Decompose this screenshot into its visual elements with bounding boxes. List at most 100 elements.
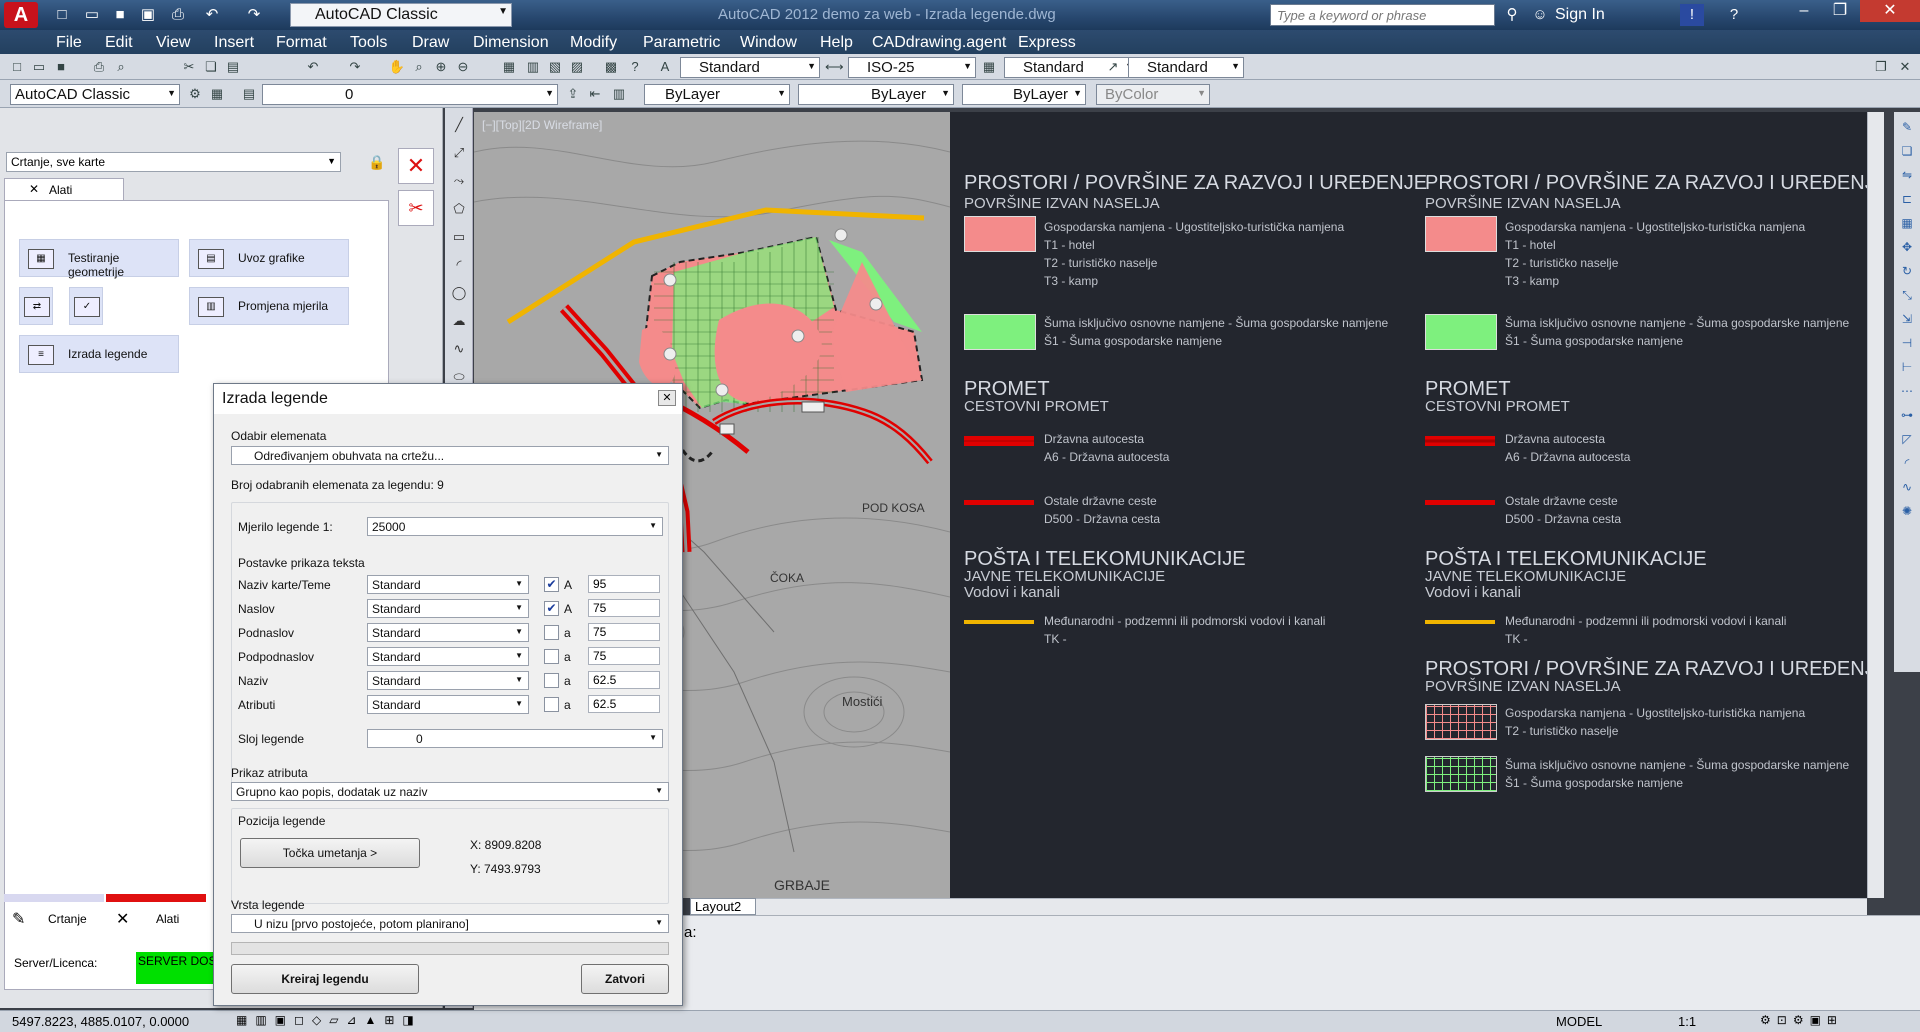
row-size-naziv[interactable]: 62.5 [588,671,660,689]
tool-small-2-button[interactable]: ✓ [69,287,103,325]
chamfer-icon[interactable]: ◸ [1898,430,1916,448]
calculator-icon[interactable]: ▩ [602,58,620,76]
offset-icon[interactable]: ⊏ [1898,190,1916,208]
create-legend-button[interactable]: Kreiraj legendu [231,964,419,994]
exchange-icon[interactable]: ! [1680,4,1704,26]
extend-icon[interactable]: ⊢ [1898,358,1916,376]
pan-icon[interactable]: ✋ [388,58,406,76]
row-style-naziv-karte[interactable]: Standard ▼ [367,575,529,594]
row-checkbox-podnaslov[interactable] [544,625,559,640]
trim-icon[interactable]: ✂ [398,190,434,226]
horizontal-scrollbar[interactable] [690,898,1867,915]
zoom-window-icon[interactable]: ⊕ [432,58,450,76]
binoculars-icon[interactable]: ⚲ [1500,4,1524,26]
menu-insert[interactable]: Insert [214,34,254,52]
stretch-icon[interactable]: ⇲ [1898,310,1916,328]
color-combo[interactable]: ByLayer ▼ [644,84,790,105]
restore-icon[interactable]: ❐ [1872,58,1890,76]
menu-format[interactable]: Format [276,34,327,52]
delete-icon[interactable]: ✕ [398,148,434,184]
menu-modify[interactable]: Modify [570,34,617,52]
save-icon[interactable]: ■ [52,58,70,76]
help-icon[interactable]: ? [626,58,644,76]
undo-icon[interactable]: ↶ [200,4,224,26]
tool-small-1-button[interactable]: ⇄ [19,287,53,325]
menu-caddrawing-agent[interactable]: CADdrawing.agent [872,34,1006,52]
status-tray-icons[interactable]: ⚙⊡⚙▣⊞ [1760,1013,1843,1027]
minimize-button[interactable]: – [1786,0,1822,22]
row-style-naslov[interactable]: Standard ▼ [367,599,529,618]
join-icon[interactable]: ⊶ [1898,406,1916,424]
new-icon[interactable]: □ [8,58,26,76]
layer-dropdown[interactable]: 0 ▼ [367,729,663,748]
drafting-toggles[interactable]: ▦▥▣◻◇▱⊿▲⊞◨ [236,1013,422,1027]
menu-parametric[interactable]: Parametric [643,34,720,52]
arc-icon[interactable]: ◜ [448,254,470,276]
insertion-point-button[interactable]: Točka umetanja > [240,838,420,868]
copy-icon[interactable]: ❏ [1898,142,1916,160]
menu-draw[interactable]: Draw [412,34,449,52]
lineweight-combo[interactable]: ByLayer ▼ [962,84,1086,105]
blend-icon[interactable]: ∿ [1898,478,1916,496]
workspace-settings-icon[interactable]: ⚙ [186,85,204,103]
designcenter-icon[interactable]: ▥ [524,58,542,76]
explode-icon[interactable]: ✺ [1898,502,1916,520]
annotation-scale[interactable]: 1:1 [1678,1014,1696,1029]
row-checkbox-naziv-karte[interactable]: ✔ [544,577,559,592]
model-button[interactable]: MODEL [1556,1014,1602,1029]
close-icon[interactable]: ✕ [1896,58,1914,76]
move-icon[interactable]: ✥ [1898,238,1916,256]
izrada-legende-button[interactable]: ≡ Izrada legende [19,335,179,373]
trim-icon[interactable]: ⊣ [1898,334,1916,352]
sign-in-link[interactable]: Sign In [1555,6,1605,24]
bottom-tab-alati[interactable]: ✕ Alati [108,904,213,932]
layer-properties-icon[interactable]: ▤ [240,85,258,103]
selection-dropdown[interactable]: Određivanjem obuhvata na crtežu... ▼ [231,446,669,465]
row-style-podnaslov[interactable]: Standard ▼ [367,623,529,642]
row-checkbox-podpodnaslov[interactable] [544,649,559,664]
undo-icon[interactable]: ↶ [304,58,322,76]
new-icon[interactable]: □ [50,4,74,26]
row-size-naslov[interactable]: 75 [588,599,660,617]
workspace-combo[interactable]: AutoCAD Classic ▼ [10,84,180,105]
save-icon[interactable]: ■ [108,4,132,26]
spline-icon[interactable]: ∿ [448,338,470,360]
row-size-podpodnaslov[interactable]: 75 [588,647,660,665]
search-input[interactable]: Type a keyword or phrase [1270,4,1495,26]
open-icon[interactable]: ▭ [30,58,48,76]
customize-icon[interactable]: ▦ [208,85,226,103]
redo-icon[interactable]: ↷ [346,58,364,76]
menu-dimension[interactable]: Dimension [473,34,549,52]
maximize-button[interactable]: ❐ [1822,0,1858,22]
legend-type-dropdown[interactable]: U nizu [prvo postojeće, potom planirano]… [231,914,669,933]
layer-state-icon[interactable]: ▥ [610,85,628,103]
menu-file[interactable]: File [56,34,82,52]
toolpalettes-icon[interactable]: ▧ [546,58,564,76]
text-style-combo[interactable]: Standard ▼ [680,57,820,78]
dialog-close-icon[interactable]: ✕ [658,390,676,406]
print-icon[interactable]: ⎙ [90,58,108,76]
fillet-icon[interactable]: ◜ [1898,454,1916,472]
vertical-scrollbar[interactable] [1867,112,1884,898]
close-dialog-button[interactable]: Zatvori [581,964,669,994]
promjena-mjerila-button[interactable]: ▥ Promjena mjerila [189,287,349,325]
redo-icon[interactable]: ↷ [242,4,266,26]
tab-alati[interactable]: ✕ Alati [4,178,124,200]
rectangle-icon[interactable]: ▭ [448,226,470,248]
row-style-atributi[interactable]: Standard ▼ [367,695,529,714]
preview-icon[interactable]: ⌕ [112,58,130,76]
mleader-style-combo[interactable]: Standard ▼ [1128,57,1244,78]
cut-icon[interactable]: ✂ [180,58,198,76]
sheetset-icon[interactable]: ▨ [568,58,586,76]
lock-icon[interactable]: 🔒 [368,154,385,171]
row-size-podnaslov[interactable]: 75 [588,623,660,641]
circle-icon[interactable]: ◯ [448,282,470,304]
erase-icon[interactable]: ✎ [1898,118,1916,136]
polyline-icon[interactable]: ⤳ [448,170,470,192]
scale-dropdown[interactable]: 25000 ▼ [367,517,663,536]
linetype-combo[interactable]: ByLayer ▼ [798,84,954,105]
row-style-podpodnaslov[interactable]: Standard ▼ [367,647,529,666]
row-checkbox-naziv[interactable] [544,673,559,688]
open-icon[interactable]: ▭ [80,4,104,26]
close-button[interactable]: ✕ [1860,0,1920,22]
